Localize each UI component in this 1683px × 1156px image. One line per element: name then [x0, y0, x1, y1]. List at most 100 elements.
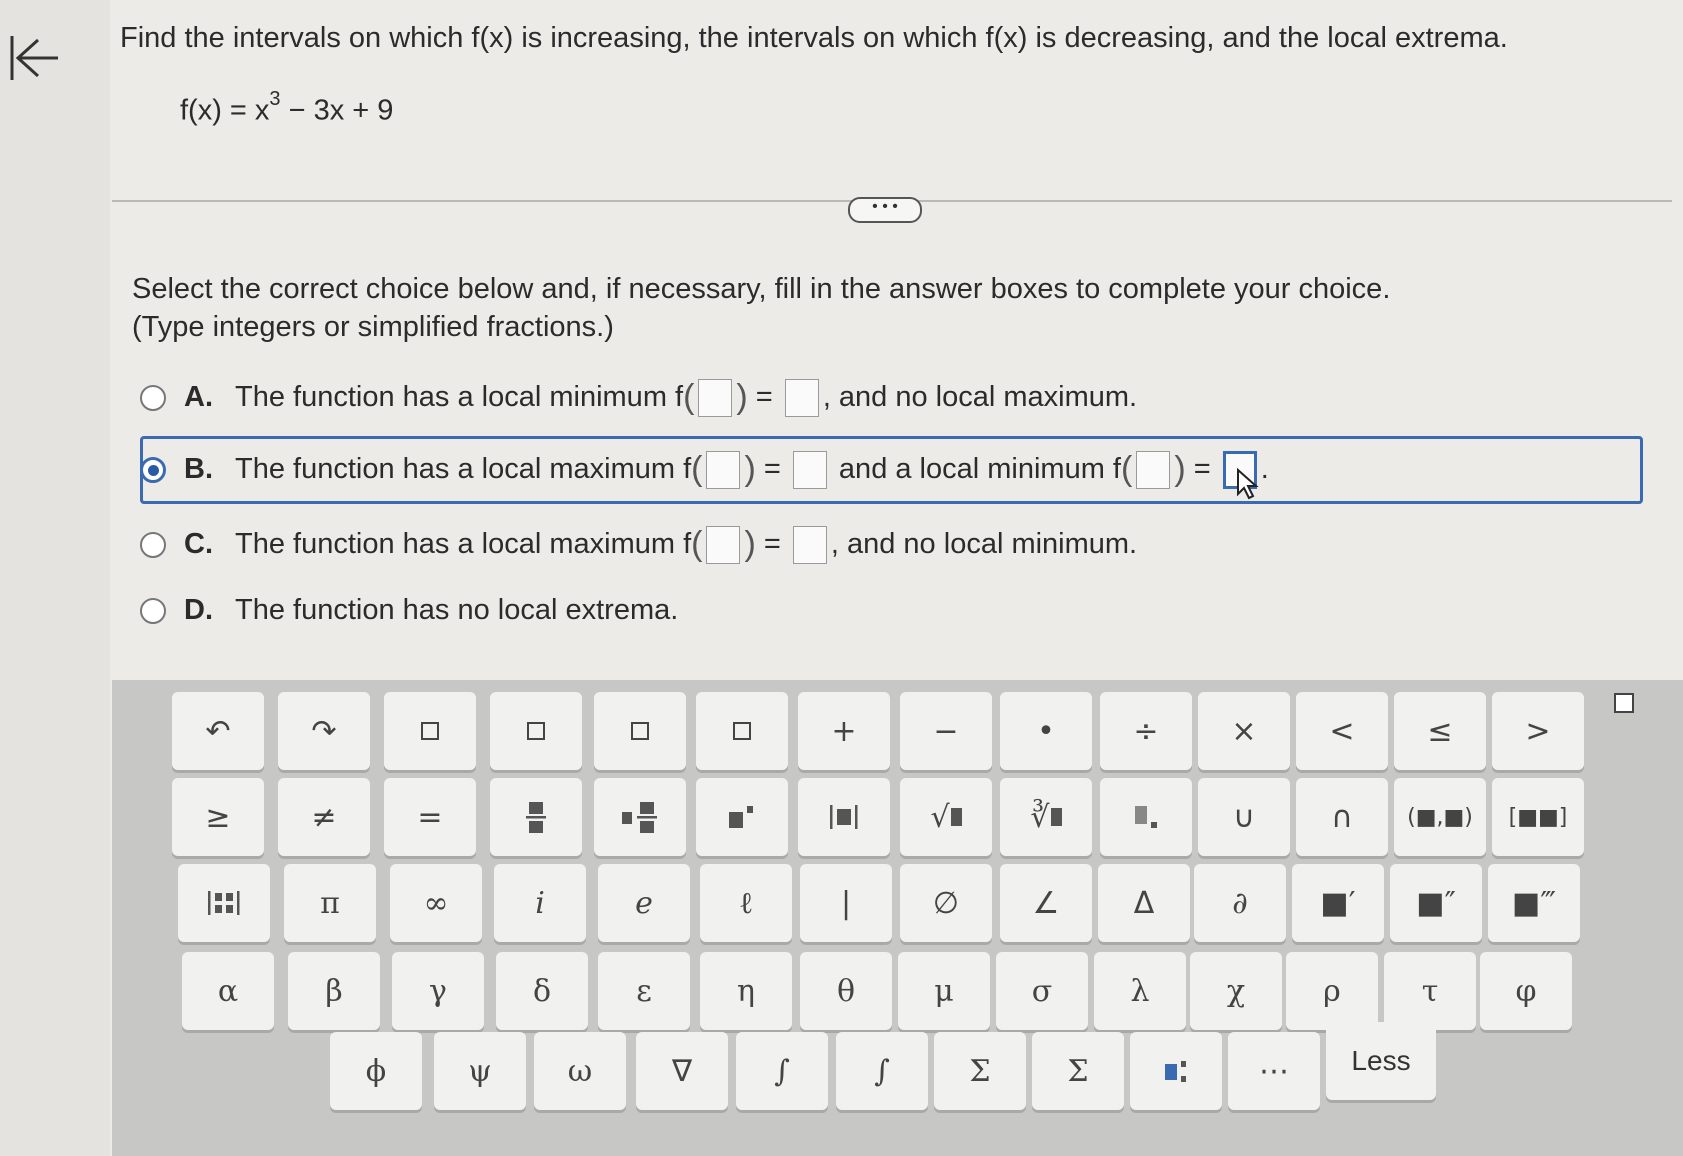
greater-equal-key[interactable]: ≥	[172, 778, 264, 856]
divide-key[interactable]: ÷	[1100, 692, 1192, 770]
integral-key[interactable]: ∫	[736, 1032, 828, 1110]
beta-key[interactable]: β	[288, 952, 380, 1030]
choice-a-x-input[interactable]	[698, 378, 733, 417]
instruction-line-1: Select the correct choice below and, if …	[132, 273, 1391, 305]
intersection-key[interactable]: ∩	[1296, 778, 1388, 856]
subscript-key[interactable]	[696, 692, 788, 770]
ell-key[interactable]: ℓ	[700, 864, 792, 942]
choice-b-text-post: .	[1260, 453, 1269, 485]
fraction-template-key[interactable]	[490, 778, 582, 856]
radio-b[interactable]	[140, 456, 166, 483]
phi-variant-key[interactable]: ϕ	[330, 1032, 422, 1110]
box-icon	[950, 808, 962, 826]
angle-key[interactable]: ∠	[1000, 864, 1092, 942]
choice-d[interactable]: D. The function has no local extrema.	[140, 594, 678, 627]
question-text: Find the intervals on which f(x) is incr…	[120, 22, 1508, 54]
eta-key[interactable]: η	[700, 952, 792, 1030]
power-key[interactable]	[696, 778, 788, 856]
not-equal-key[interactable]: ≠	[278, 778, 370, 856]
delta-key[interactable]: Δ	[1098, 864, 1190, 942]
less-equal-key[interactable]: ≤	[1394, 692, 1486, 770]
choice-b[interactable]: B. The function has a local maximum f ()…	[140, 450, 1269, 489]
mu-key[interactable]: μ	[898, 952, 990, 1030]
epsilon-key[interactable]: ε	[598, 952, 690, 1030]
less-button[interactable]: Less	[1326, 1022, 1436, 1100]
absolute-value-key[interactable]	[798, 778, 890, 856]
greater-than-key[interactable]: >	[1492, 692, 1584, 770]
mixed-number-key[interactable]	[490, 692, 582, 770]
mixed-fraction-key[interactable]	[594, 778, 686, 856]
sum-bounds-key[interactable]: Σ	[1032, 1032, 1124, 1110]
undo-key[interactable]: ↶	[172, 692, 264, 770]
matrix-key[interactable]: [■■]	[1492, 778, 1584, 856]
exponent-key[interactable]	[594, 692, 686, 770]
lambda-key[interactable]: λ	[1094, 952, 1186, 1030]
subscript-template-key[interactable]	[1100, 778, 1192, 856]
fraction-icon	[526, 802, 546, 833]
paren-open: (	[683, 378, 695, 416]
radio-d[interactable]	[140, 597, 166, 624]
template-icon	[1165, 1061, 1186, 1082]
definite-integral-key[interactable]: ∫	[836, 1032, 928, 1110]
absolute-value-icon	[830, 805, 858, 829]
more-symbols-key[interactable]: ⋯	[1228, 1032, 1320, 1110]
triple-prime-key[interactable]: ■‴	[1488, 864, 1580, 942]
paren-close: )	[744, 525, 756, 563]
imaginary-i-key[interactable]: i	[494, 864, 586, 942]
empty-set-key[interactable]: ∅	[900, 864, 992, 942]
radio-c[interactable]	[140, 531, 166, 558]
expand-more-button[interactable]: • • •	[848, 197, 922, 223]
theta-key[interactable]: θ	[800, 952, 892, 1030]
choice-b-max-value-input[interactable]	[792, 450, 827, 489]
redo-key[interactable]: ↷	[278, 692, 370, 770]
radio-a[interactable]	[140, 384, 166, 411]
choice-a[interactable]: A. The function has a local minimum f ()…	[140, 378, 1137, 417]
partial-key[interactable]: ∂	[1194, 864, 1286, 942]
paren-open: (	[691, 450, 703, 488]
choice-b-equals-2: =	[1185, 453, 1219, 485]
double-prime-key[interactable]: ■″	[1390, 864, 1482, 942]
pointer-template-key[interactable]	[1130, 1032, 1222, 1110]
sum-key[interactable]: Σ	[934, 1032, 1026, 1110]
choice-c-x-input[interactable]	[706, 525, 741, 564]
back-arrow-icon[interactable]	[4, 28, 64, 88]
choice-b-max-x-input[interactable]	[706, 450, 741, 489]
pi-key[interactable]: π	[284, 864, 376, 942]
prime-key[interactable]: ■′	[1292, 864, 1384, 942]
psi-key[interactable]: ψ	[434, 1032, 526, 1110]
times-key[interactable]: ×	[1198, 692, 1290, 770]
square-root-key[interactable]: √	[900, 778, 992, 856]
minus-key[interactable]: −	[900, 692, 992, 770]
tau-key[interactable]: τ	[1384, 952, 1476, 1030]
choice-c[interactable]: C. The function has a local maximum f ()…	[140, 525, 1137, 564]
choice-b-min-x-input[interactable]	[1136, 450, 1171, 489]
equals-key[interactable]: =	[384, 778, 476, 856]
choice-a-value-input[interactable]	[784, 378, 819, 417]
infinity-key[interactable]: ∞	[390, 864, 482, 942]
sigma-lower-key[interactable]: σ	[996, 952, 1088, 1030]
choice-c-value-input[interactable]	[792, 525, 827, 564]
instruction: Select the correct choice below and, if …	[132, 270, 1390, 346]
less-than-key[interactable]: <	[1296, 692, 1388, 770]
delta-lower-key[interactable]: δ	[496, 952, 588, 1030]
gamma-key[interactable]: γ	[392, 952, 484, 1030]
fraction-key[interactable]	[384, 692, 476, 770]
omega-key[interactable]: ω	[534, 1032, 626, 1110]
keyboard-toggle-checkbox[interactable]	[1614, 693, 1634, 713]
dot-key[interactable]: •	[1000, 692, 1092, 770]
paren-open: (	[1121, 450, 1133, 488]
plus-key[interactable]: +	[798, 692, 890, 770]
rho-key[interactable]: ρ	[1286, 952, 1378, 1030]
vertical-bar-key[interactable]: |	[800, 864, 892, 942]
function-formula: f(x) = x3 − 3x + 9	[180, 88, 393, 128]
union-key[interactable]: ∪	[1198, 778, 1290, 856]
phi-key[interactable]: φ	[1480, 952, 1572, 1030]
paren-close: )	[744, 450, 756, 488]
chi-key[interactable]: χ	[1190, 952, 1282, 1030]
alpha-key[interactable]: α	[182, 952, 274, 1030]
matrix-template-key[interactable]	[178, 864, 270, 942]
nabla-key[interactable]: ∇	[636, 1032, 728, 1110]
nth-root-key[interactable]: ∛	[1000, 778, 1092, 856]
interval-key[interactable]: (■,■)	[1394, 778, 1486, 856]
euler-e-key[interactable]: e	[598, 864, 690, 942]
